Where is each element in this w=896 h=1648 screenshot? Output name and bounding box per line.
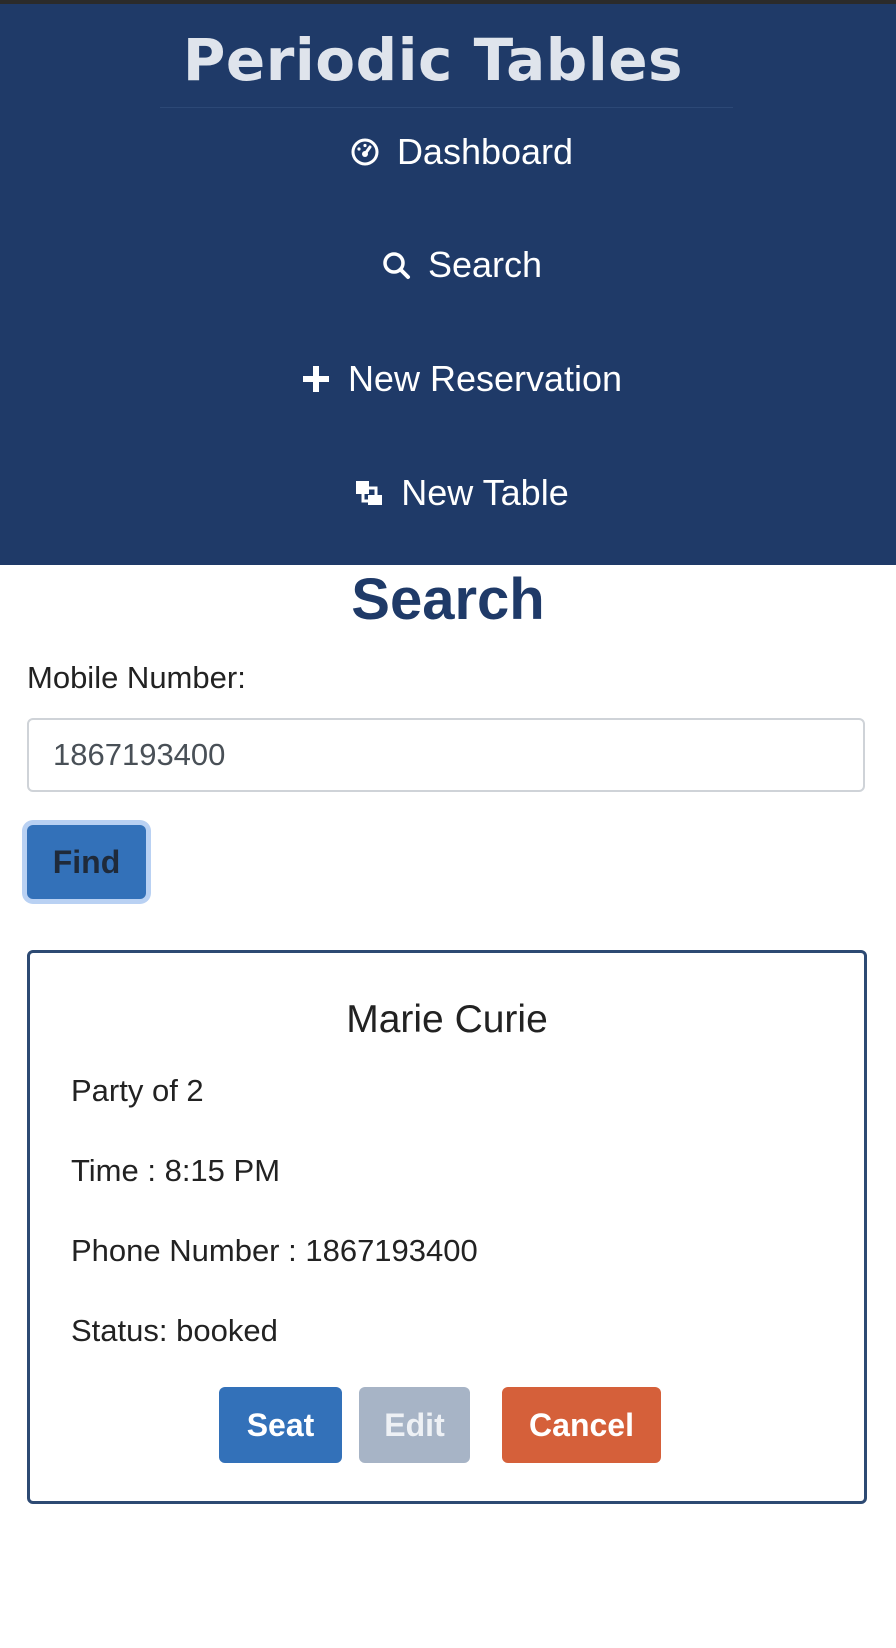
mobile-number-input[interactable] bbox=[27, 718, 865, 792]
new-table-icon bbox=[351, 475, 387, 511]
reservation-card: Marie Curie Party of 2 Time : 8:15 PM Ph… bbox=[27, 950, 867, 1504]
seat-button[interactable]: Seat bbox=[219, 1387, 342, 1463]
mobile-number-label: Mobile Number: bbox=[27, 660, 246, 695]
page-title: Search bbox=[351, 567, 545, 632]
reservation-status: Status: booked bbox=[71, 1313, 278, 1348]
reservation-time: Time : 8:15 PM bbox=[71, 1153, 281, 1188]
dashboard-icon bbox=[347, 134, 383, 170]
sidebar-item-search[interactable]: Search bbox=[0, 235, 896, 295]
sidebar-item-label: New Reservation bbox=[347, 358, 623, 399]
reservation-party: Party of 2 bbox=[71, 1073, 204, 1108]
sidebar-item-label: New Table bbox=[401, 472, 569, 513]
plus-icon bbox=[298, 361, 334, 397]
cancel-button[interactable]: Cancel bbox=[502, 1387, 661, 1463]
app-brand: Periodic Tables bbox=[182, 26, 684, 94]
edit-button[interactable]: Edit bbox=[359, 1387, 470, 1463]
reservation-name: Marie Curie bbox=[346, 998, 548, 1041]
find-button[interactable]: Find bbox=[27, 825, 146, 899]
sidebar-item-new-table[interactable]: New Table bbox=[0, 463, 896, 523]
sidebar-item-label: Search bbox=[427, 244, 543, 285]
brand-divider bbox=[160, 107, 733, 108]
sidebar-item-dashboard[interactable]: Dashboard bbox=[0, 122, 896, 182]
sidebar-item-new-reservation[interactable]: New Reservation bbox=[0, 349, 896, 409]
sidebar: Periodic Tables Dashboard Search New Res… bbox=[0, 4, 896, 565]
sidebar-item-label: Dashboard bbox=[396, 131, 574, 172]
search-icon bbox=[378, 247, 414, 283]
reservation-phone: Phone Number : 1867193400 bbox=[71, 1233, 478, 1268]
